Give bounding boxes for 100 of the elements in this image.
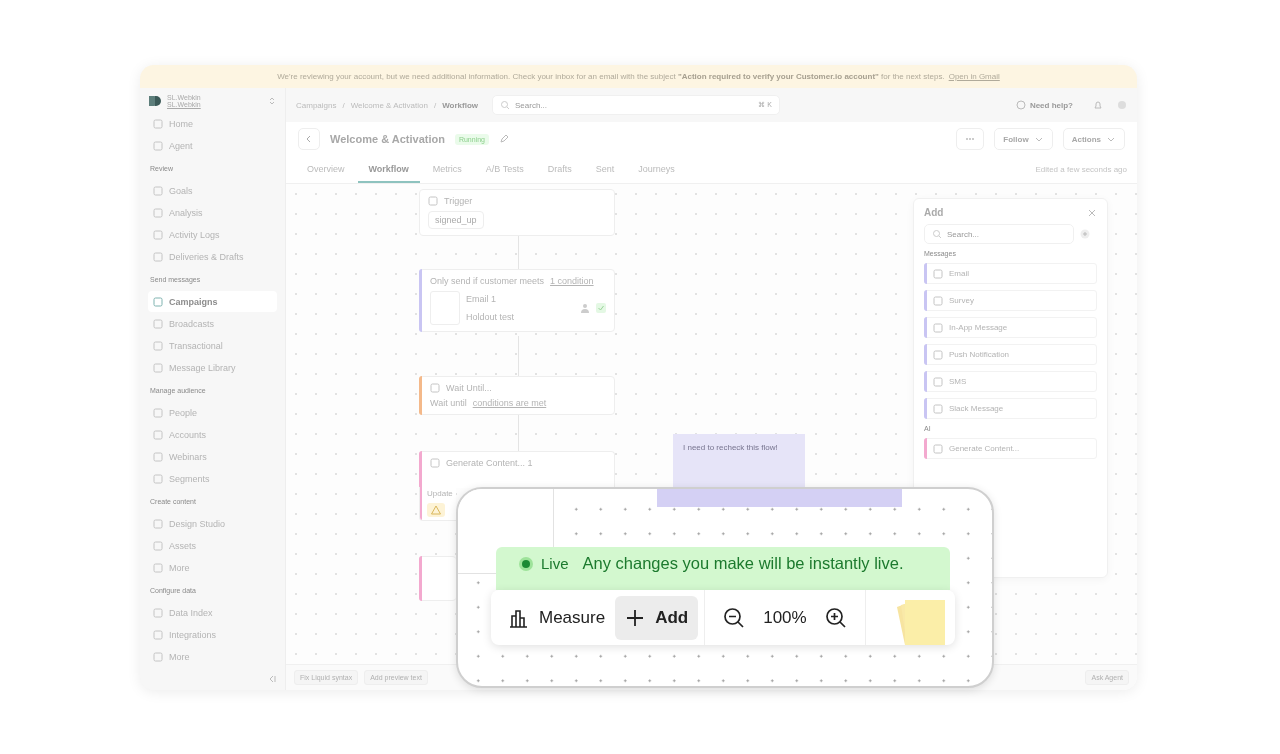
email-node[interactable]: Only send if customer meets 1 condition Email 1 Holdout test (419, 269, 615, 332)
breadcrumb-separator: / (342, 100, 345, 110)
breadcrumb-separator: / (433, 100, 437, 110)
breadcrumb[interactable]: Welcome & Activation (350, 100, 428, 110)
settings-icon[interactable] (1117, 100, 1127, 110)
square-icon (153, 451, 163, 462)
sidebar-item[interactable]: Agent (148, 135, 277, 156)
square-icon (933, 322, 943, 333)
sidebar-item[interactable]: Home (148, 113, 277, 134)
plus-icon[interactable] (1080, 229, 1090, 239)
add-item[interactable]: Survey (924, 290, 1097, 311)
conditions-link[interactable]: conditions are met (472, 398, 547, 408)
sidebar-item[interactable]: Broadcasts (148, 313, 277, 334)
square-icon (153, 651, 163, 662)
tab[interactable]: Sent (584, 156, 626, 183)
wait-node[interactable]: Wait Until... Wait until conditions are met (419, 376, 615, 415)
pencil-icon[interactable] (499, 134, 509, 144)
sidebar-item[interactable]: More (148, 557, 277, 578)
sidebar-item[interactable]: Campaigns (148, 291, 277, 312)
more-button[interactable] (956, 128, 985, 150)
switcher-icon[interactable] (267, 96, 277, 106)
dropdown-button[interactable]: Follow (994, 128, 1053, 150)
sidebar-item[interactable]: People (148, 402, 277, 423)
tab[interactable]: A/B Tests (474, 156, 535, 183)
search-icon (500, 100, 510, 110)
square-icon (153, 296, 163, 307)
zoom-in-icon (824, 606, 847, 629)
square-icon (153, 629, 163, 640)
square-icon (153, 340, 163, 351)
dropdown-button[interactable]: Actions (1062, 128, 1125, 150)
bell-icon[interactable] (1093, 100, 1103, 110)
add-item[interactable]: Slack Message (924, 398, 1097, 419)
close-icon[interactable] (1087, 207, 1097, 218)
square-icon (153, 251, 163, 262)
warning-icon (427, 503, 445, 517)
sidebar-item[interactable]: Goals (148, 180, 277, 201)
help-button[interactable]: Need help? (1009, 99, 1079, 111)
node-card[interactable]: Update (419, 487, 456, 521)
add-item[interactable]: In-App Message (924, 317, 1097, 338)
gmail-link[interactable]: Open in Gmail (948, 72, 1000, 81)
live-dot-icon (518, 555, 534, 572)
square-icon (153, 607, 163, 618)
square-icon (153, 207, 163, 218)
add-button[interactable]: Add (615, 595, 699, 640)
tab[interactable]: Metrics (421, 156, 473, 183)
sidebar-item[interactable]: Segments (148, 468, 277, 489)
breadcrumb[interactable]: Workflow (442, 100, 478, 110)
square-icon (153, 473, 163, 484)
sidebar-item[interactable]: Design Studio (148, 513, 277, 534)
sidebar-item[interactable]: Message Library (148, 357, 277, 378)
square-icon (153, 229, 163, 240)
square-icon (153, 518, 163, 529)
campaign-title: Welcome & Activation (330, 133, 445, 145)
square-icon (933, 403, 943, 414)
sidebar-item[interactable]: More (148, 646, 277, 667)
panel-title: Add (924, 207, 944, 218)
square-icon (153, 362, 163, 373)
square-icon (153, 429, 163, 440)
sidebar-item[interactable]: Assets (148, 535, 277, 556)
add-item[interactable]: SMS (924, 371, 1097, 392)
sidebar-item[interactable]: Activity Logs (148, 224, 277, 245)
search-field[interactable]: Search... (924, 224, 1074, 244)
square-icon (933, 349, 943, 360)
measure-button[interactable]: Measure (497, 595, 616, 640)
node-subtitle: Holdout test (466, 312, 516, 322)
check-icon (596, 303, 606, 313)
plus-icon (625, 607, 646, 628)
node-title: Wait Until... (446, 383, 492, 393)
sidebar-item[interactable]: Webinars (148, 446, 277, 467)
square-icon (153, 140, 163, 151)
sidebar-item[interactable]: Analysis (148, 202, 277, 223)
sidebar-item[interactable]: Deliveries & Drafts (148, 246, 277, 267)
tab[interactable]: Drafts (536, 156, 583, 183)
sidebar-item[interactable]: Accounts (148, 424, 277, 445)
trigger-node[interactable]: Trigger signed_up (419, 189, 615, 236)
back-button[interactable] (298, 128, 320, 150)
condition-link[interactable]: 1 condition (550, 276, 594, 286)
condition-text: Only send if customer meets 1 condition (430, 276, 595, 286)
node-title: Email 1 (466, 294, 497, 304)
node-text: Wait until conditions are met (430, 398, 548, 408)
square-icon (153, 407, 163, 418)
add-item[interactable]: Generate Content... (924, 438, 1097, 459)
add-item[interactable]: Push Notification (924, 344, 1097, 365)
sidebar-item[interactable]: Integrations (148, 624, 277, 645)
square-icon (933, 376, 943, 387)
zoom-out-icon (723, 606, 746, 629)
collapse-icon[interactable] (267, 674, 277, 684)
logo-icon (148, 94, 162, 108)
tab[interactable]: Overview (296, 156, 356, 183)
workflow-node[interactable] (419, 556, 456, 601)
sticky-note[interactable]: I need to recheck this flow! (673, 434, 805, 488)
sidebar-item[interactable]: Data Index (148, 602, 277, 623)
node-title: Generate Content... 1 (446, 458, 533, 468)
tab[interactable]: Journeys (627, 156, 686, 183)
banner-text: We're reviewing your account, but we need additional information. Check your inbox for an email with the subject "Action required to verify your Customer.io account" for the next steps. (277, 72, 945, 81)
sidebar-item[interactable]: Transactional (148, 335, 277, 356)
add-item[interactable]: Email (924, 263, 1097, 284)
event-chip: signed_up (428, 211, 484, 229)
generate-node[interactable]: Generate Content... 1 (419, 451, 615, 488)
search-icon (932, 229, 942, 239)
